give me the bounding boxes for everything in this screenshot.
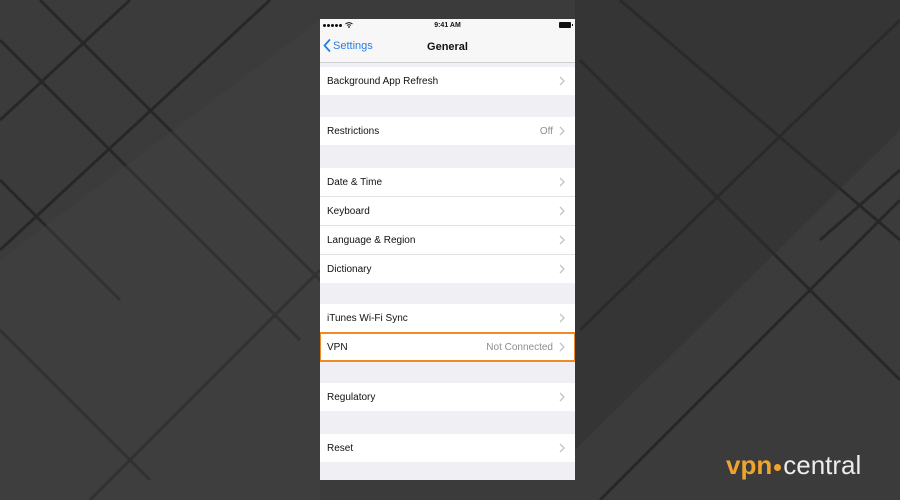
logo-vpn-text: vpn	[726, 449, 773, 480]
chevron-right-icon	[559, 443, 565, 453]
settings-group: Regulatory	[320, 383, 575, 411]
logo-central-text: central	[783, 449, 862, 480]
settings-group: Reset	[320, 434, 575, 462]
chevron-right-icon	[559, 177, 565, 187]
page-title: General	[427, 41, 468, 53]
row-language-region[interactable]: Language & Region	[320, 226, 575, 255]
row-label: Language & Region	[327, 235, 416, 246]
row-background-app-refresh[interactable]: Background App Refresh	[320, 67, 575, 95]
status-bar: 9:41 AM	[320, 19, 575, 33]
settings-group: Date & Time Keyboard Language & Region D…	[320, 168, 575, 283]
row-label: Dictionary	[327, 264, 372, 275]
vpn-status: Not Connected	[486, 342, 553, 353]
row-keyboard[interactable]: Keyboard	[320, 197, 575, 226]
row-label: Date & Time	[327, 177, 383, 188]
chevron-right-icon	[559, 235, 565, 245]
settings-group: Background App Refresh	[320, 67, 575, 95]
row-label: Keyboard	[327, 206, 370, 217]
phone-screen: 9:41 AM Settings General Background App …	[320, 19, 575, 480]
row-date-time[interactable]: Date & Time	[320, 168, 575, 197]
row-value: Off	[539, 126, 553, 137]
settings-group: iTunes Wi-Fi Sync VPN Not Connected	[320, 304, 575, 362]
chevron-right-icon	[559, 206, 565, 216]
watermark-logo: vpn central	[726, 450, 861, 480]
row-label: Background App Refresh	[327, 76, 439, 87]
chevron-right-icon	[559, 342, 565, 352]
logo-dot-icon	[774, 463, 782, 471]
status-time: 9:41 AM	[434, 22, 461, 29]
row-regulatory[interactable]: Regulatory	[320, 383, 575, 411]
navigation-bar: Settings General	[320, 33, 575, 63]
chevron-right-icon	[559, 392, 565, 402]
row-label: iTunes Wi-Fi Sync	[327, 313, 408, 324]
row-label: Regulatory	[327, 392, 376, 403]
row-restrictions[interactable]: Restrictions Off	[320, 117, 575, 145]
chevron-right-icon	[559, 264, 565, 274]
row-itunes-wifi-sync[interactable]: iTunes Wi-Fi Sync	[320, 304, 575, 333]
battery-icon	[559, 22, 573, 28]
row-vpn[interactable]: VPN Not Connected	[320, 332, 575, 362]
row-reset[interactable]: Reset	[320, 434, 575, 462]
row-label: Reset	[327, 443, 354, 454]
chevron-right-icon	[559, 76, 565, 86]
row-label: VPN	[327, 342, 348, 353]
chevron-right-icon	[559, 313, 565, 323]
settings-group: Restrictions Off	[320, 117, 575, 145]
row-dictionary[interactable]: Dictionary	[320, 255, 575, 283]
row-label: Restrictions	[327, 126, 380, 137]
chevron-right-icon	[559, 126, 565, 136]
